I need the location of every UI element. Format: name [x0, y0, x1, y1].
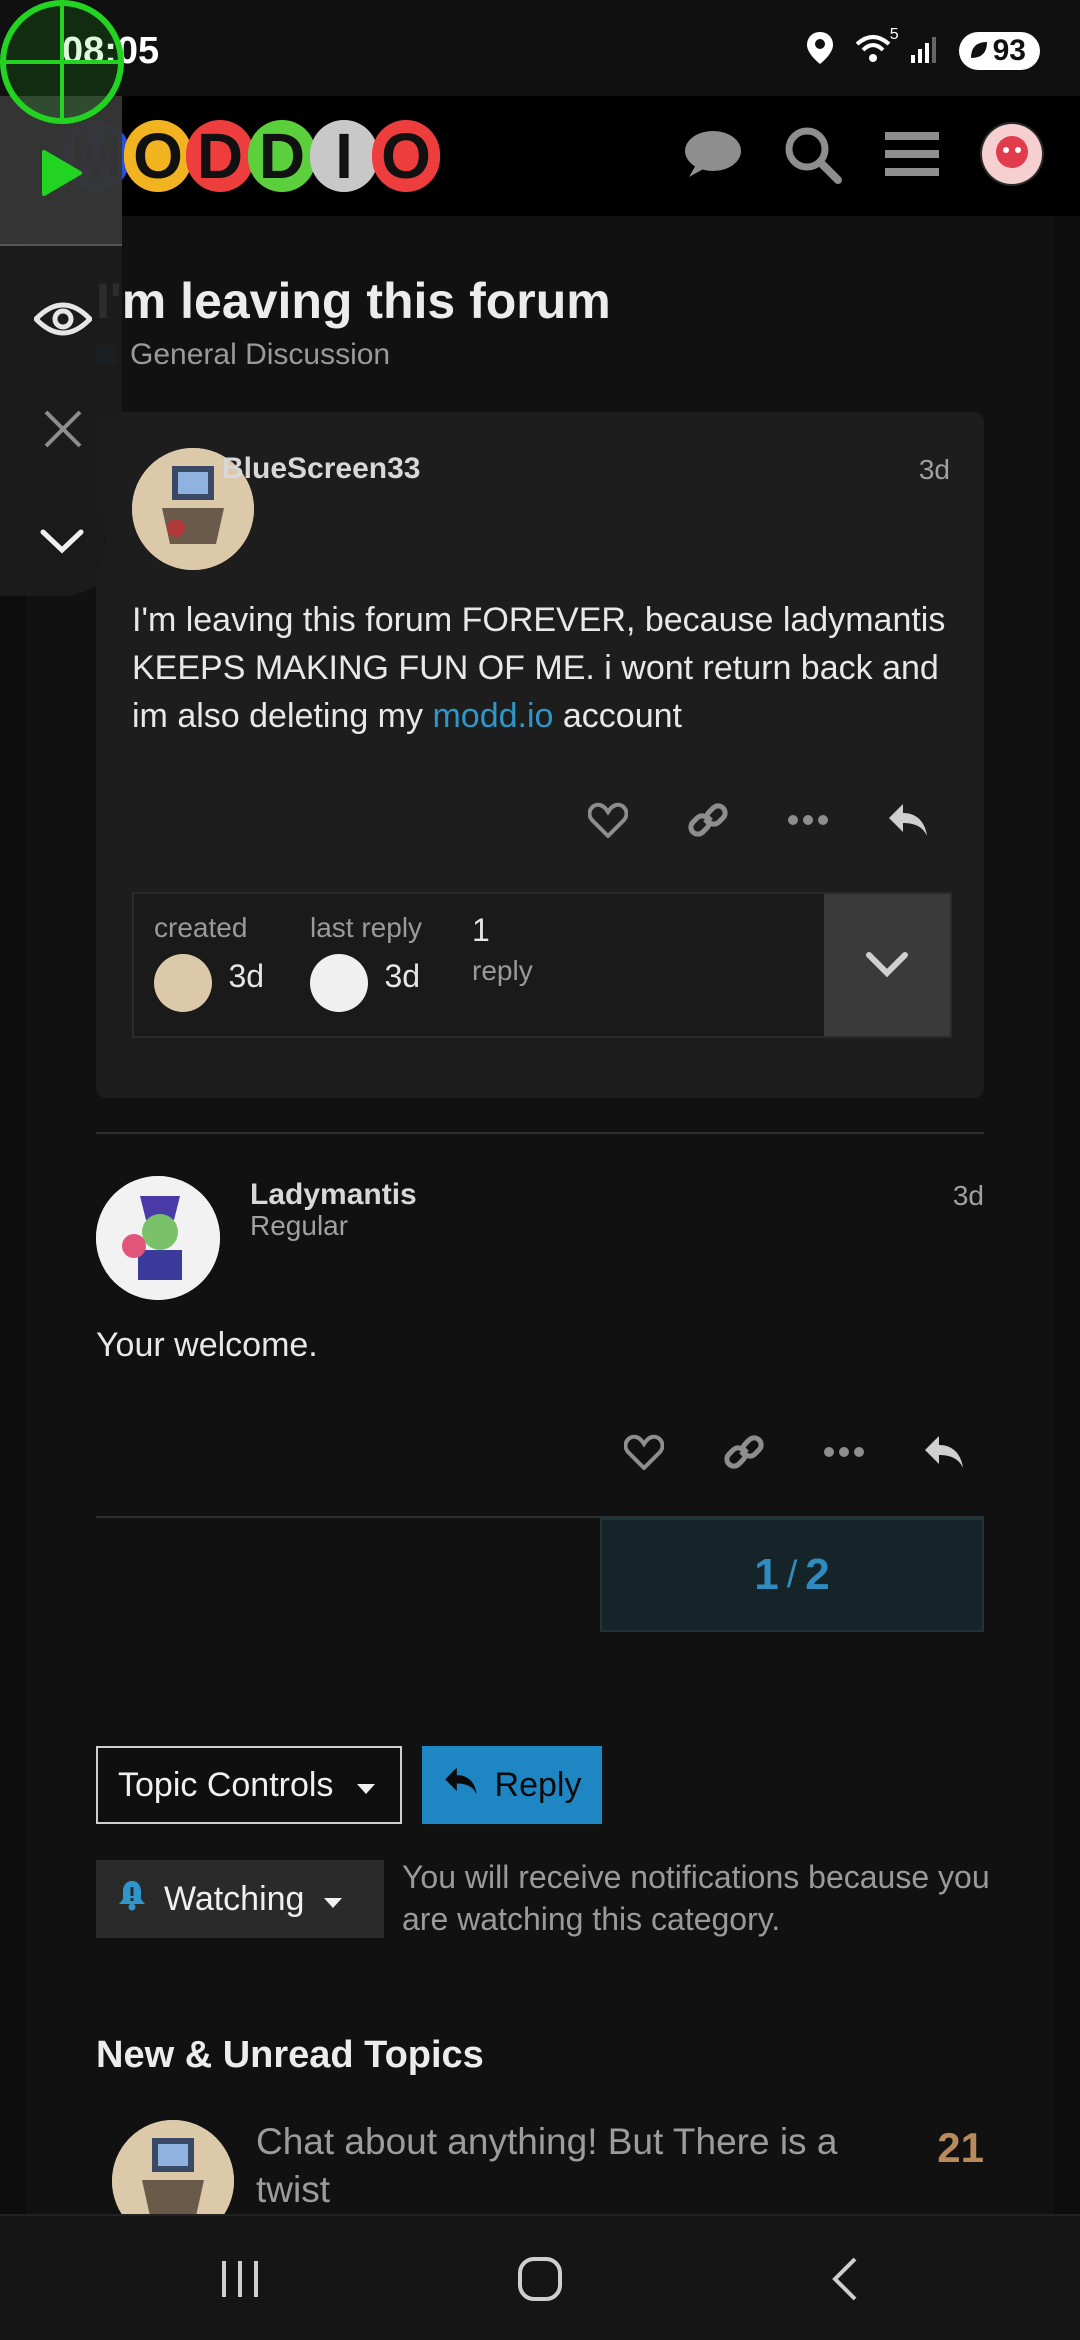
reply-button[interactable]: Reply [422, 1746, 602, 1824]
category-name: General Discussion [130, 338, 391, 371]
status-bar: 08:05 5 93 [0, 0, 1080, 96]
more-icon[interactable] [820, 1428, 868, 1476]
created-label: created [154, 912, 248, 943]
last-reply-info: last reply 3d [310, 912, 422, 1012]
menu-icon[interactable] [880, 122, 944, 186]
reply-author-avatar[interactable] [96, 1176, 220, 1300]
battery-level: 93 [992, 33, 1026, 67]
reply-author-title: Regular [250, 1210, 349, 1241]
caret-down-icon [322, 1880, 344, 1919]
back-icon[interactable] [814, 2254, 874, 2304]
status-icons: 5 93 [805, 26, 1040, 71]
notification-level-button[interactable]: Watching [96, 1860, 384, 1938]
chat-icon[interactable] [680, 122, 744, 186]
created-info: created 3d [154, 912, 264, 1012]
reply-body: Your welcome. [96, 1326, 318, 1364]
topic-map: created 3d last reply 3d 1 reply [132, 892, 952, 1038]
logo-letter: O [124, 120, 192, 192]
topic-progress[interactable]: 1 / 2 [600, 1518, 984, 1632]
reply-actions [620, 1428, 968, 1476]
link-icon[interactable] [720, 1428, 768, 1476]
post-actions [584, 796, 932, 844]
header-icons [680, 122, 1044, 186]
expand-topic-map-button[interactable] [824, 894, 950, 1036]
topic-controls-label: Topic Controls [118, 1765, 334, 1804]
wifi-icon: 5 [853, 26, 899, 69]
category-badge[interactable]: General Discussion [96, 338, 390, 372]
system-nav-bar [0, 2214, 1080, 2340]
wifi-badge: 5 [889, 26, 899, 43]
home-icon[interactable] [510, 2254, 570, 2304]
post-divider [96, 1132, 984, 1134]
signal-icon [910, 33, 941, 68]
post-body: I'm leaving this forum FOREVER, because … [132, 596, 952, 740]
creator-avatar[interactable] [154, 954, 212, 1012]
eye-icon[interactable] [22, 278, 104, 360]
watching-label: Watching [164, 1879, 305, 1918]
logo-letter: I [310, 120, 378, 192]
reply-author-username[interactable]: Ladymantis [250, 1178, 417, 1212]
logo-letter: O [372, 120, 440, 192]
topic-title: I'm leaving this forum [96, 273, 611, 329]
site-header: M O D D I O [0, 96, 1080, 216]
last-replier-avatar[interactable] [310, 954, 368, 1012]
link-icon[interactable] [684, 796, 732, 844]
post-date[interactable]: 3d [919, 454, 950, 486]
original-post: BlueScreen33 3d I'm leaving this forum F… [96, 412, 984, 1098]
last-reply-value[interactable]: 3d [384, 958, 420, 994]
notification-description: You will receive notifications because y… [402, 1859, 990, 1937]
section-title: New & Unread Topics [96, 2034, 484, 2076]
replies-info: 1 reply [472, 912, 533, 987]
more-icon[interactable] [784, 796, 832, 844]
recent-apps-icon[interactable] [210, 2254, 270, 2304]
logo-letter: D [248, 120, 316, 192]
topic-row-title[interactable]: Chat about anything! But There is a twis… [256, 2118, 856, 2214]
post-link[interactable]: modd.io [432, 697, 553, 735]
battery-indicator: 93 [958, 31, 1040, 70]
post-author-username[interactable]: BlueScreen33 [222, 452, 420, 486]
reply-icon[interactable] [884, 796, 932, 844]
reply-date[interactable]: 3d [953, 1180, 984, 1212]
last-reply-label: last reply [310, 912, 423, 943]
user-avatar[interactable] [980, 122, 1044, 186]
replies-count: 1 [472, 912, 490, 948]
like-icon[interactable] [584, 796, 632, 844]
progress-total: 2 [805, 1550, 830, 1599]
reply-icon[interactable] [920, 1428, 968, 1476]
like-icon[interactable] [620, 1428, 668, 1476]
bell-icon [118, 1879, 146, 1920]
leaf-icon [969, 34, 989, 68]
reply-icon [443, 1766, 479, 1805]
created-value: 3d [228, 958, 265, 995]
location-icon [805, 30, 835, 71]
topic-row-reply-count[interactable]: 21 [937, 2124, 984, 2172]
topic-controls-button[interactable]: Topic Controls [96, 1746, 402, 1824]
post-text-end: account [553, 697, 682, 735]
touch-indicator [0, 0, 124, 124]
progress-separator: / [786, 1553, 798, 1596]
progress-current: 1 [754, 1550, 779, 1599]
replies-label: reply [472, 955, 533, 986]
close-icon[interactable] [22, 388, 104, 470]
play-icon [40, 148, 84, 203]
search-icon[interactable] [780, 122, 844, 186]
reply-button-label: Reply [494, 1765, 582, 1804]
chevron-down-icon[interactable] [18, 498, 106, 586]
logo-letter: D [186, 120, 254, 192]
caret-down-icon [355, 1766, 377, 1805]
